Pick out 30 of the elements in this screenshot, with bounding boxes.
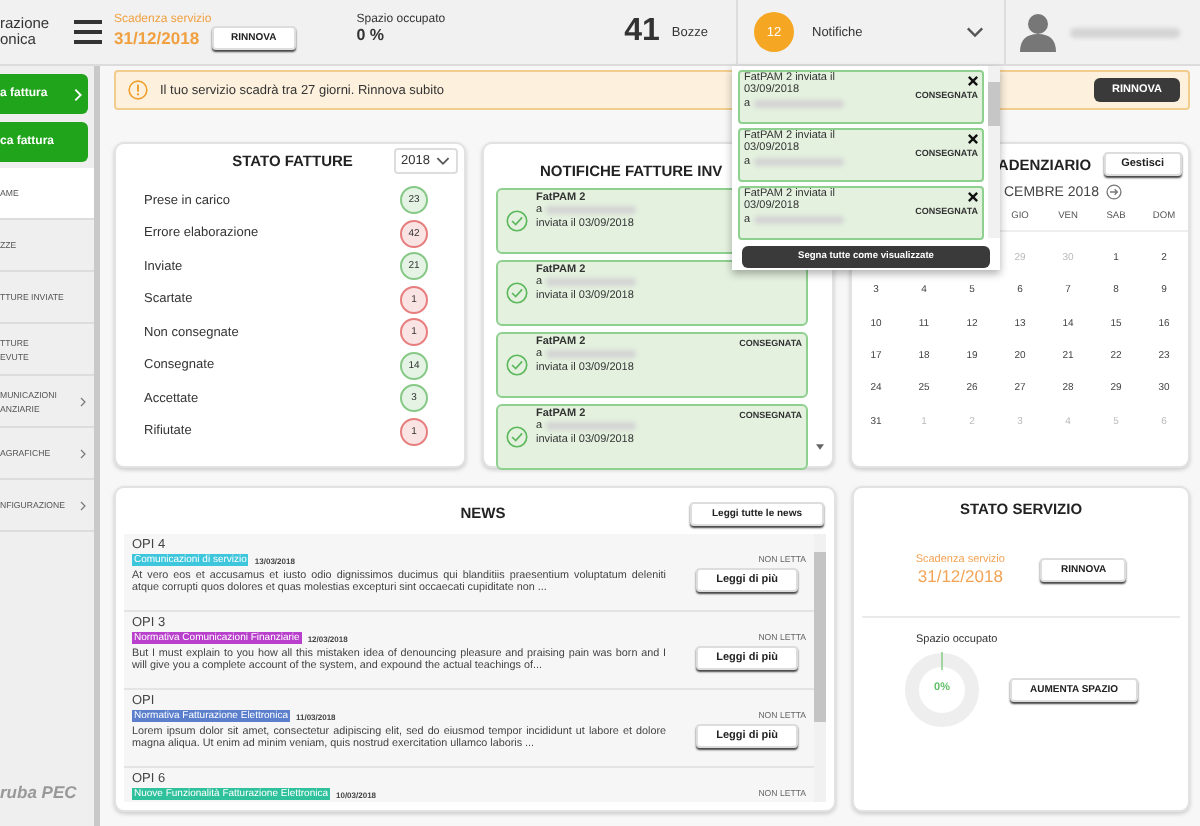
close-icon[interactable]: [968, 134, 978, 144]
chevron-down-icon: [436, 156, 450, 166]
blurred-text: [754, 99, 845, 108]
next-arrow-icon[interactable]: [1106, 184, 1123, 200]
storage-gauge: [902, 650, 982, 730]
expiry-date: 31/12/2018: [917, 566, 1003, 586]
scrollbar[interactable]: [814, 534, 826, 802]
scrollbar[interactable]: [988, 66, 1000, 238]
close-icon[interactable]: [968, 192, 978, 202]
check-circle-icon: [506, 282, 528, 304]
menu-icon[interactable]: [74, 20, 102, 44]
drafts-count: 41: [624, 14, 660, 50]
user-avatar-icon[interactable]: [1018, 12, 1058, 52]
blurred-text: [546, 206, 637, 215]
scroll-down-icon[interactable]: [816, 444, 824, 450]
blurred-text: [754, 215, 845, 224]
blurred-text: [546, 278, 637, 287]
check-circle-icon: [506, 426, 528, 448]
brand-logo-text: ruba PEC: [0, 782, 79, 802]
expiry-date: 31/12/2018: [114, 28, 200, 48]
close-icon[interactable]: [968, 76, 978, 86]
blurred-text: [546, 422, 637, 431]
storage-value: 0 %: [356, 25, 387, 43]
warning-icon: [128, 80, 148, 100]
check-circle-icon: [506, 354, 528, 376]
chevron-down-icon[interactable]: [966, 26, 984, 38]
check-circle-icon: [506, 210, 528, 232]
blurred-text: [546, 350, 637, 359]
blurred-text: [754, 157, 845, 166]
blurred-text: [1070, 27, 1180, 37]
